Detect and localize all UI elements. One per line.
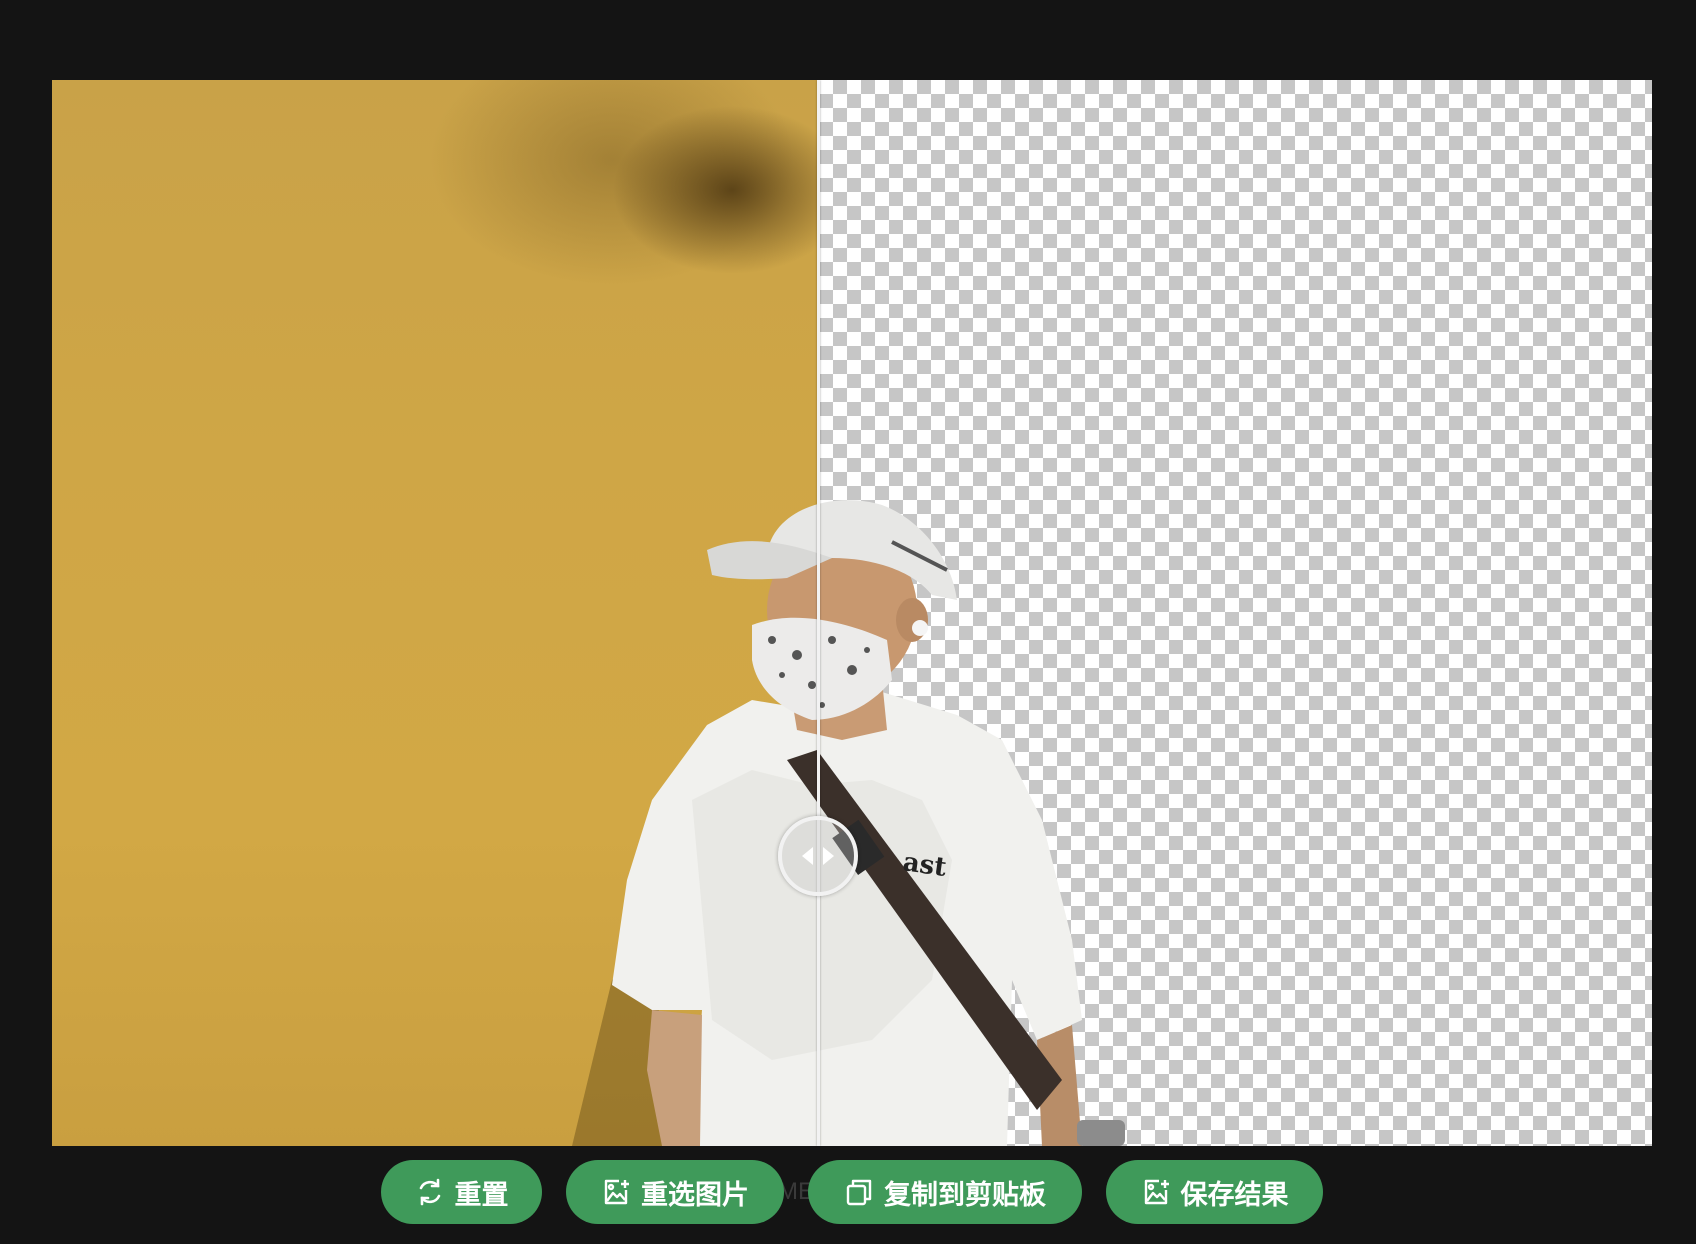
image-add-icon bbox=[601, 1177, 631, 1207]
copy-to-clipboard-button[interactable]: 复制到剪贴板 bbox=[808, 1160, 1082, 1224]
reselect-image-label: 重选图片 bbox=[641, 1179, 749, 1211]
comparison-viewer: ast bbox=[52, 80, 1652, 1146]
copy-icon bbox=[844, 1177, 874, 1207]
reset-button[interactable]: 重置 bbox=[381, 1160, 542, 1224]
copy-to-clipboard-label: 复制到剪贴板 bbox=[884, 1179, 1046, 1211]
save-result-label: 保存结果 bbox=[1180, 1179, 1289, 1211]
refresh-icon bbox=[415, 1177, 445, 1207]
image-save-icon bbox=[1141, 1177, 1171, 1207]
save-result-button[interactable]: 保存结果 bbox=[1106, 1160, 1323, 1224]
svg-text:ast: ast bbox=[901, 847, 948, 883]
comparison-slider-handle[interactable] bbox=[778, 816, 858, 896]
left-right-arrows-icon bbox=[802, 847, 834, 865]
action-toolbar: 重置 重选图片 复制到剪贴板 保存结果 bbox=[0, 1160, 1696, 1224]
person-subject-image: ast bbox=[572, 500, 1125, 1146]
reset-button-label: 重置 bbox=[454, 1179, 509, 1211]
comparison-divider-line[interactable] bbox=[817, 80, 820, 1146]
reselect-image-button[interactable]: 重选图片 bbox=[566, 1160, 784, 1224]
